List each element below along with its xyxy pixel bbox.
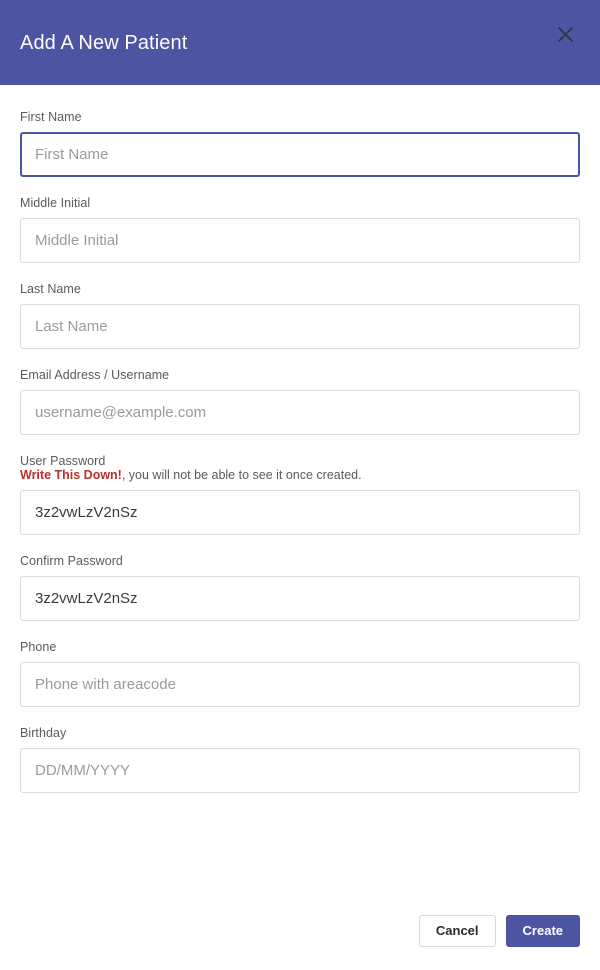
- field-middle-initial: Middle Initial: [20, 195, 580, 263]
- email-input[interactable]: [20, 390, 580, 435]
- middle-initial-input[interactable]: [20, 218, 580, 263]
- modal-header: Add A New Patient: [0, 0, 600, 85]
- last-name-input[interactable]: [20, 304, 580, 349]
- confirm-password-input[interactable]: [20, 576, 580, 621]
- phone-input[interactable]: [20, 662, 580, 707]
- close-icon: [557, 26, 574, 43]
- field-label-middle-initial: Middle Initial: [20, 196, 91, 210]
- field-label-phone: Phone: [20, 640, 57, 654]
- field-last-name: Last Name: [20, 281, 580, 349]
- user-password-input[interactable]: [20, 490, 580, 535]
- page-title: Add A New Patient: [20, 31, 188, 54]
- field-label-birthday: Birthday: [20, 726, 67, 740]
- field-email: Email Address / Username: [20, 367, 580, 435]
- password-warning-bold: Write This Down!: [20, 468, 122, 482]
- field-label-confirm-password: Confirm Password: [20, 554, 123, 568]
- field-birthday: Birthday: [20, 725, 580, 793]
- password-warning-rest: , you will not be able to see it once cr…: [121, 468, 362, 482]
- field-label-first-name: First Name: [20, 110, 82, 124]
- field-label-email: Email Address / Username: [20, 368, 170, 382]
- field-confirm-password: Confirm Password: [20, 553, 580, 621]
- field-first-name: First Name: [20, 109, 580, 177]
- close-button[interactable]: [552, 22, 578, 48]
- password-warning: Write This Down!, you will not be able t…: [20, 467, 580, 483]
- modal-footer: Cancel Create: [0, 900, 600, 970]
- cancel-button[interactable]: Cancel: [418, 915, 496, 947]
- modal-body: First Name Middle Initial Last Name Emai…: [0, 85, 600, 900]
- field-label-last-name: Last Name: [20, 282, 81, 296]
- field-user-password: User Password Write This Down!, you will…: [20, 453, 580, 535]
- first-name-input[interactable]: [20, 132, 580, 177]
- field-phone: Phone: [20, 639, 580, 707]
- create-button[interactable]: Create: [505, 915, 580, 947]
- birthday-input[interactable]: [20, 748, 580, 793]
- add-patient-modal: Add A New Patient First Name Middle Init…: [0, 0, 600, 970]
